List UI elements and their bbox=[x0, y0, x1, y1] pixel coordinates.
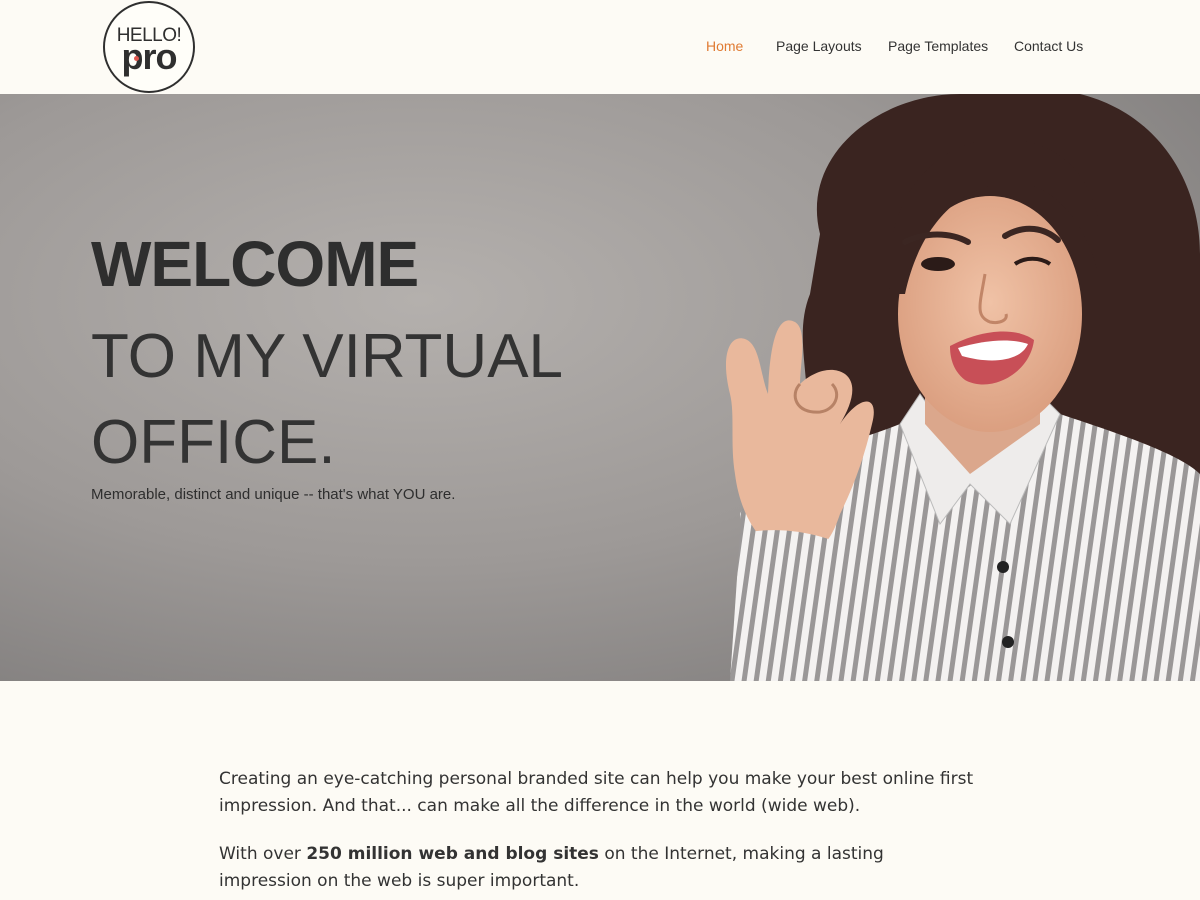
paragraph-2-highlight: 250 million web and blog sites bbox=[306, 844, 599, 864]
intro-paragraph-2: With over 250 million web and blog sites… bbox=[219, 841, 979, 895]
intro-content: Creating an eye-catching personal brande… bbox=[219, 766, 979, 895]
logo-dot bbox=[134, 56, 139, 61]
nav-page-templates[interactable]: Page Templates bbox=[888, 38, 988, 54]
hero-banner: WELCOME TO MY VIRTUAL OFFICE. Memorable,… bbox=[0, 94, 1200, 681]
paragraph-2-start: With over bbox=[219, 844, 307, 864]
intro-paragraph-1: Creating an eye-catching personal brande… bbox=[219, 769, 974, 816]
nav-page-layouts[interactable]: Page Layouts bbox=[776, 38, 862, 54]
hero-title-light: TO MY VIRTUAL OFFICE. bbox=[91, 322, 561, 477]
logo-pro-text: pro bbox=[121, 36, 178, 77]
hero-subtitle: Memorable, distinct and unique -- that's… bbox=[91, 486, 456, 503]
site-header: HELLO! pro Home Page Layouts Page Templa… bbox=[0, 0, 1200, 94]
site-logo[interactable]: HELLO! pro bbox=[103, 1, 195, 93]
nav-contact-us[interactable]: Contact Us bbox=[1014, 38, 1083, 54]
nav-home[interactable]: Home bbox=[706, 38, 743, 54]
hero-title-bold: WELCOME bbox=[91, 228, 419, 300]
